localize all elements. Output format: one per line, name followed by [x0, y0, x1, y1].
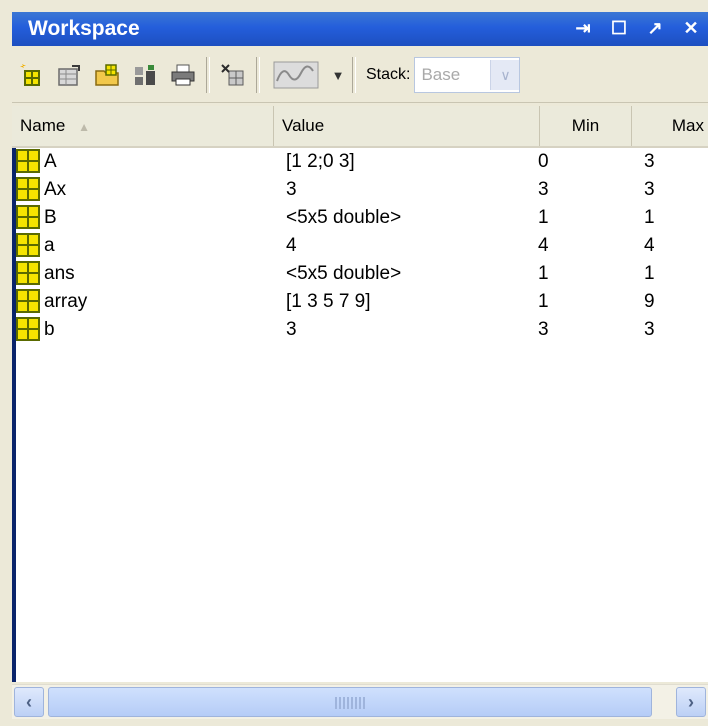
table-header: Name ▲ Value Min Max: [12, 106, 708, 148]
variable-value: [1 3 5 7 9]: [286, 291, 371, 312]
plot-dropdown-arrow-icon[interactable]: ▼: [328, 68, 348, 83]
delete-button[interactable]: [214, 55, 252, 95]
stack-select[interactable]: Base ∨: [414, 57, 521, 93]
close-icon[interactable]: ✕: [680, 16, 702, 40]
matrix-variable-icon: [16, 317, 40, 341]
variable-name: array: [44, 291, 88, 312]
variable-value: <5x5 double>: [286, 207, 402, 228]
column-value-label: Value: [282, 116, 325, 135]
dock-icon[interactable]: ⇥: [572, 16, 594, 40]
toolbar: ▼ Stack: Base ∨: [12, 48, 708, 103]
matrix-variable-icon: [16, 177, 40, 201]
print-icon: [171, 64, 195, 86]
table-row[interactable]: Ax 3 3 3: [16, 176, 708, 203]
open-selection-button[interactable]: [50, 55, 88, 95]
variable-name: b: [44, 319, 55, 340]
horizontal-scrollbar[interactable]: ‹ ›: [12, 684, 708, 719]
variable-min: 3: [538, 179, 549, 200]
variable-min: 4: [538, 235, 549, 256]
save-button[interactable]: [126, 55, 164, 95]
variable-value: <5x5 double>: [286, 263, 402, 284]
variable-name: a: [44, 235, 55, 256]
undock-icon[interactable]: ↗: [644, 16, 666, 40]
stack-select-value: Base: [421, 65, 461, 84]
column-header-value[interactable]: Value: [274, 106, 540, 146]
save-icon: [135, 65, 155, 85]
column-header-name[interactable]: Name ▲: [12, 106, 274, 146]
variable-name: Ax: [44, 179, 67, 200]
variable-name: A: [44, 151, 57, 172]
column-min-label: Min: [571, 116, 600, 135]
plot-selection-button[interactable]: [264, 59, 328, 91]
open-selection-icon: [58, 65, 80, 86]
variable-min: 1: [538, 291, 549, 312]
toolbar-separator: [352, 57, 356, 93]
window-title: Workspace: [28, 17, 140, 40]
delete-icon: [221, 64, 244, 86]
variable-name: B: [44, 207, 57, 228]
matrix-variable-icon: [16, 261, 40, 285]
import-data-button[interactable]: [88, 55, 126, 95]
variable-value: 4: [286, 235, 297, 256]
column-name-label: Name: [20, 116, 66, 135]
table-row[interactable]: ans <5x5 double> 1 1: [16, 260, 708, 287]
scrollbar-thumb[interactable]: [48, 687, 652, 717]
import-data-icon: [95, 64, 119, 86]
variable-max: 3: [644, 151, 655, 172]
column-header-max[interactable]: Max: [632, 106, 708, 146]
variable-max: 4: [644, 235, 655, 256]
toolbar-separator: [206, 57, 210, 93]
toolbar-separator: [256, 57, 260, 93]
variable-max: 1: [644, 207, 655, 228]
variable-value: [1 2;0 3]: [286, 151, 355, 172]
variable-name: ans: [44, 263, 75, 284]
variable-max: 9: [644, 291, 655, 312]
scroll-right-icon[interactable]: ›: [676, 687, 706, 717]
table-row[interactable]: a 4 4 4: [16, 232, 708, 259]
column-header-min[interactable]: Min: [540, 106, 632, 146]
new-variable-button[interactable]: [12, 55, 50, 95]
plot-icon: [273, 61, 319, 89]
scroll-left-icon[interactable]: ‹: [14, 687, 44, 717]
variable-value: 3: [286, 319, 297, 340]
print-button[interactable]: [164, 55, 202, 95]
table-row[interactable]: array [1 3 5 7 9] 1 9: [16, 288, 708, 315]
table-row[interactable]: A [1 2;0 3] 0 3: [16, 148, 708, 175]
matrix-variable-icon: [16, 289, 40, 313]
variable-value: 3: [286, 179, 297, 200]
grip-icon: [335, 697, 365, 709]
matrix-variable-icon: [16, 205, 40, 229]
table-row[interactable]: B <5x5 double> 1 1: [16, 204, 708, 231]
variables-table: A [1 2;0 3] 0 3 Ax 3 3 3 B <5x5 double> …: [12, 148, 708, 682]
maximize-icon[interactable]: ☐: [608, 16, 630, 40]
variable-min: 1: [538, 263, 549, 284]
variable-max: 3: [644, 179, 655, 200]
chevron-down-icon[interactable]: ∨: [490, 60, 520, 90]
variable-max: 1: [644, 263, 655, 284]
variable-min: 1: [538, 207, 549, 228]
title-bar[interactable]: Workspace ⇥ ☐ ↗ ✕: [12, 12, 708, 46]
matrix-variable-icon: [16, 149, 40, 173]
stack-label: Stack:: [366, 66, 411, 83]
workspace-window: Workspace ⇥ ☐ ↗ ✕ ▼ Stack: Base ∨ Name ▲…: [0, 0, 708, 726]
column-max-label: Max: [671, 116, 704, 135]
variable-min: 3: [538, 319, 549, 340]
sort-ascending-icon: ▲: [78, 120, 90, 134]
matrix-variable-icon: [16, 233, 40, 257]
new-variable-icon: [20, 64, 40, 86]
variable-min: 0: [538, 151, 549, 172]
table-row[interactable]: b 3 3 3: [16, 316, 708, 343]
variable-max: 3: [644, 319, 655, 340]
